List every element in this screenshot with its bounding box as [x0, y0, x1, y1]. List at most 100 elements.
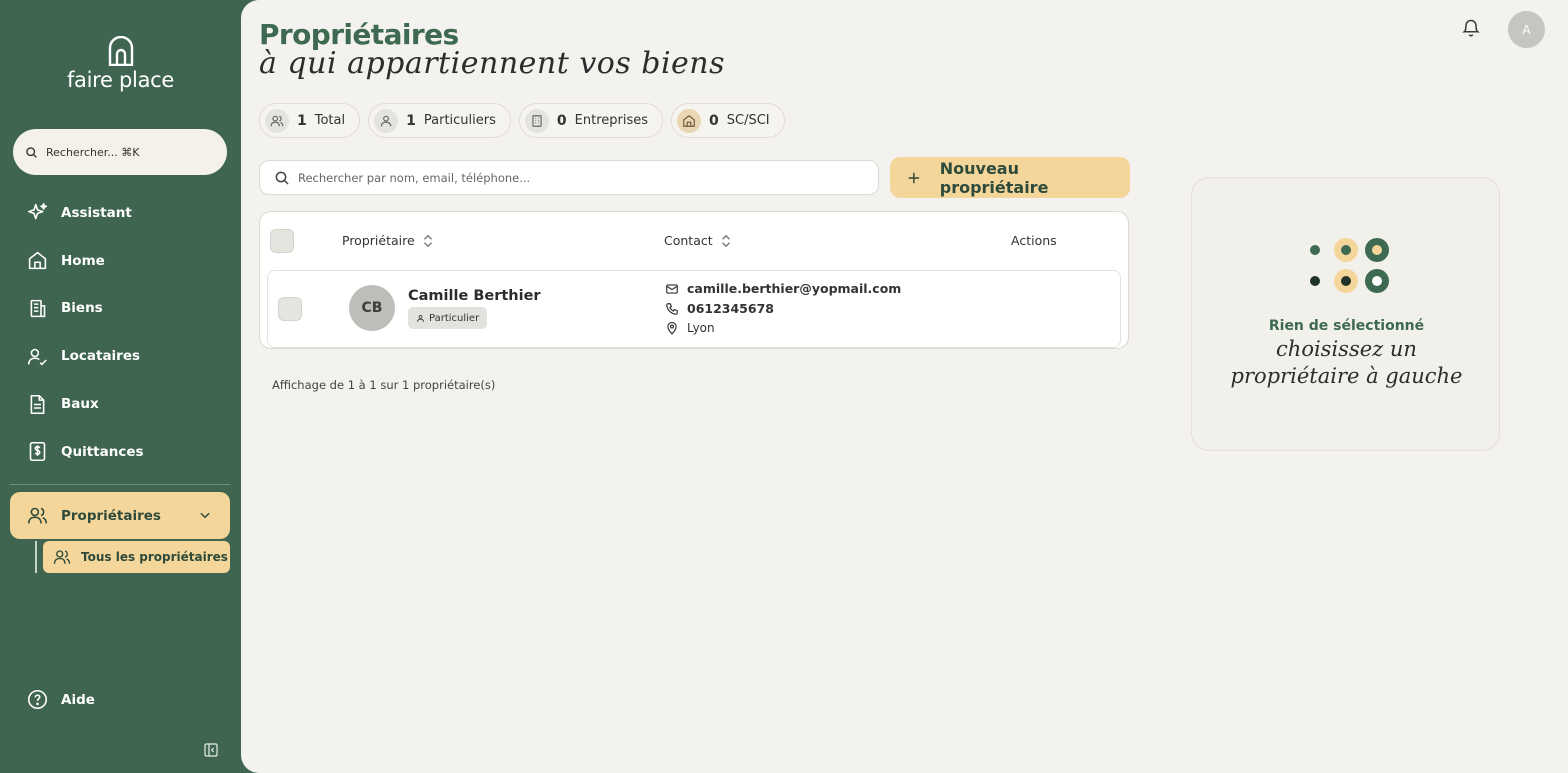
sidebar-item-label: Baux	[61, 396, 99, 413]
building-icon	[30, 299, 46, 318]
house-arch-icon	[108, 36, 133, 66]
search-icon	[26, 146, 37, 158]
stats-bar: 1 Total 1 Particuliers 0 Entreprises 0 S…	[259, 103, 785, 138]
new-owner-button-label: Nouveau propriétaire	[939, 158, 1049, 197]
stat-value: 1	[406, 112, 416, 129]
sidebar-nav: Assistant Home Biens Locataires Baux Qui…	[0, 189, 241, 476]
stat-entreprises[interactable]: 0 Entreprises	[518, 103, 664, 138]
help-circle-icon	[27, 689, 48, 710]
empty-state-subtitle: choisissez un propriétaire à gauche	[1192, 336, 1501, 390]
user-check-icon	[27, 348, 47, 366]
sidebar-item-aide[interactable]: Aide	[27, 689, 95, 710]
owner-phone-text: 0612345678	[687, 301, 774, 316]
column-header-label: Actions	[1011, 233, 1057, 248]
submenu-line	[35, 541, 37, 573]
sparkles-icon	[27, 203, 48, 220]
stat-particuliers[interactable]: 1 Particuliers	[368, 103, 511, 138]
receipt-icon	[29, 442, 46, 462]
column-header-label: Contact	[664, 233, 713, 248]
empty-state-subtitle-line: propriétaire à gauche	[1230, 364, 1463, 388]
owner-email[interactable]: camille.berthier@yopmail.com	[665, 281, 901, 296]
users-icon	[27, 507, 48, 524]
sidebar: faire place Rechercher... ⌘K Assistant H…	[0, 0, 241, 773]
user-icon	[417, 314, 424, 322]
empty-state-subtitle-line: choisissez un	[1276, 337, 1417, 361]
dots-illustration-icon	[1310, 238, 1389, 293]
search-icon	[275, 171, 289, 185]
building-icon	[524, 108, 549, 133]
sidebar-item-label: Aide	[61, 691, 95, 708]
owner-phone[interactable]: 0612345678	[665, 301, 774, 316]
users-icon	[265, 108, 289, 133]
table-row[interactable]: CB Camille Berthier Particulier camille.…	[267, 270, 1121, 348]
stat-label: Particuliers	[423, 113, 496, 128]
sidebar-item-proprietaires[interactable]: Propriétaires	[10, 492, 230, 539]
pagination-info: Affichage de 1 à 1 sur 1 propriétaire(s)	[272, 378, 496, 392]
owner-name[interactable]: Camille Berthier	[408, 288, 541, 304]
stat-value: 0	[556, 112, 567, 129]
plus-icon	[908, 172, 920, 183]
document-icon	[30, 394, 45, 414]
brand-name: faire place	[66, 68, 175, 92]
user-icon	[374, 108, 399, 133]
sidebar-item-quittances[interactable]: Quittances	[0, 428, 241, 476]
column-header-contact[interactable]: Contact	[664, 233, 732, 248]
empty-state-title: Rien de sélectionné	[1268, 318, 1425, 334]
owner-city: Lyon	[665, 321, 715, 335]
empty-selection-panel: Rien de sélectionné choisissez un propri…	[1191, 177, 1500, 451]
sidebar-subitem-label: Tous les propriétaires	[81, 550, 228, 564]
stat-sc-sci[interactable]: 0 SC/SCI	[671, 103, 785, 138]
owners-table: Propriétaire Contact Actions CB Camille …	[259, 211, 1129, 349]
owner-city-text: Lyon	[687, 321, 715, 335]
sidebar-item-locataires[interactable]: Locataires	[0, 332, 241, 380]
mail-icon	[666, 283, 678, 294]
collapse-sidebar-button[interactable]	[203, 742, 219, 762]
select-all-checkbox[interactable]	[270, 229, 294, 253]
new-owner-button[interactable]: Nouveau propriétaire	[890, 157, 1130, 198]
sidebar-item-label: Assistant	[61, 204, 132, 221]
owner-search[interactable]	[259, 160, 879, 195]
sidebar-item-label: Propriétaires	[61, 507, 161, 524]
sidebar-item-label: Quittances	[61, 443, 144, 460]
sidebar-item-assistant[interactable]: Assistant	[0, 189, 241, 237]
page-subtitle: à qui appartiennent vos biens	[259, 46, 726, 81]
owner-avatar: CB	[349, 285, 395, 331]
bell-icon	[1462, 19, 1480, 37]
sidebar-search-placeholder: Rechercher... ⌘K	[46, 145, 140, 159]
stat-value: 0	[709, 112, 719, 129]
sidebar-item-baux[interactable]: Baux	[0, 380, 241, 428]
sort-icon	[423, 234, 432, 247]
owner-email-text: camille.berthier@yopmail.com	[687, 281, 902, 296]
owner-type-label: Particulier	[429, 312, 480, 324]
users-icon	[53, 550, 71, 564]
stat-label: Entreprises	[574, 113, 649, 128]
sidebar-item-home[interactable]: Home	[0, 237, 241, 285]
sidebar-subitem-tous-les-proprietaires[interactable]: Tous les propriétaires	[43, 541, 230, 573]
column-header-owner[interactable]: Propriétaire	[342, 233, 434, 248]
notifications-button[interactable]	[1461, 17, 1481, 43]
sidebar-search[interactable]: Rechercher... ⌘K	[13, 129, 227, 175]
phone-icon	[666, 302, 678, 315]
column-header-actions: Actions	[1011, 233, 1057, 248]
stat-value: 1	[297, 112, 307, 129]
user-avatar[interactable]: A	[1508, 11, 1545, 48]
sidebar-divider	[10, 484, 230, 485]
column-header-label: Propriétaire	[342, 233, 415, 248]
home-icon	[28, 252, 47, 270]
owner-search-input[interactable]	[298, 170, 858, 185]
logo[interactable]: faire place	[0, 36, 241, 92]
main-content: Propriétaires à qui appartiennent vos bi…	[241, 0, 1568, 773]
sidebar-item-label: Home	[61, 252, 105, 269]
row-checkbox[interactable]	[278, 297, 302, 321]
sidebar-item-label: Locataires	[61, 348, 141, 365]
stat-label: Total	[314, 113, 346, 128]
chevron-down-icon[interactable]	[198, 508, 212, 522]
sidebar-item-label: Biens	[61, 300, 103, 317]
stat-total[interactable]: 1 Total	[259, 103, 361, 138]
panel-collapse-icon	[204, 743, 218, 757]
owner-type-badge: Particulier	[408, 307, 488, 329]
map-pin-icon	[667, 321, 677, 335]
sort-icon	[721, 234, 730, 247]
sidebar-item-biens[interactable]: Biens	[0, 285, 241, 333]
home-icon	[677, 108, 702, 133]
